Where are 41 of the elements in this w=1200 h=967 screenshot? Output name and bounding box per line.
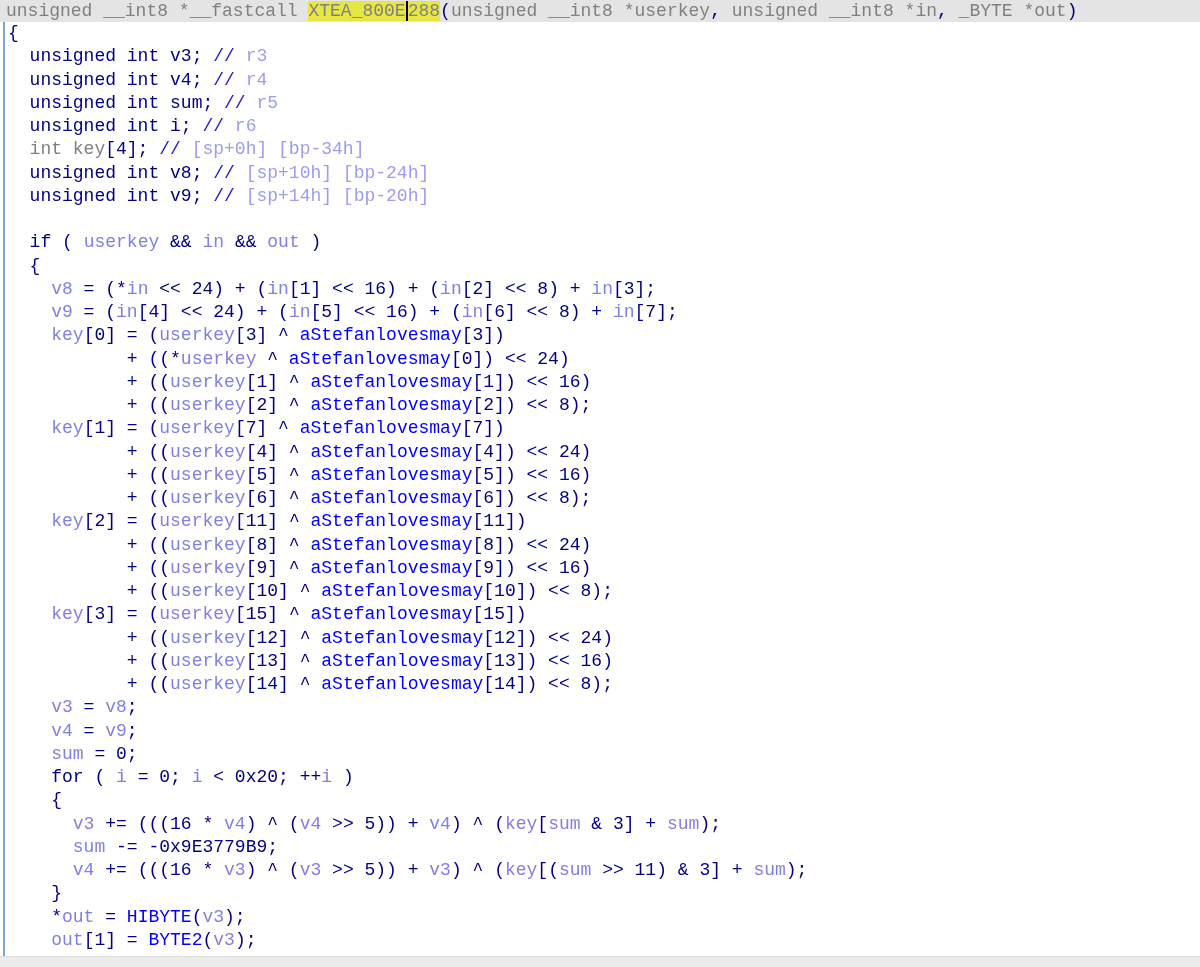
code-line: unsigned int v4; // r4 <box>28 68 268 92</box>
code-line: + ((userkey[6] ^ aStefanlovesmay[6]) << 8); <box>125 487 592 510</box>
code-line: + ((userkey[13] ^ aStefanlovesmay[13]) << 16) <box>125 649 613 673</box>
code-line: int key[4]; // [sp+0h] [bp-34h] <box>28 138 365 162</box>
code-line: { <box>28 254 41 278</box>
code-line: key[1] = (userkey[7] ^ aStefanlovesmay[7]) <box>50 417 505 441</box>
code-line: + ((userkey[12] ^ aStefanlovesmay[12]) << 24) <box>125 626 613 650</box>
code-line: v3 += (((16 * v4) ^ (v4 >> 5)) + v4) ^ (key[sum & 3] + sum); <box>71 812 721 836</box>
code-line: + ((*userkey ^ aStefanlovesmay[0]) << 24) <box>125 347 570 371</box>
code-line: v9 = (in[4] << 24) + (in[5] << 16) + (in[6] << 8) + in[7]; <box>50 301 678 324</box>
code-line: + ((userkey[10] ^ aStefanlovesmay[10]) << 8); <box>125 580 613 603</box>
code-line: unsigned int i; // r6 <box>28 115 257 138</box>
code-line: unsigned int v9; // [sp+14h] [bp-20h] <box>28 184 430 208</box>
code-line: sum = 0; <box>50 742 138 766</box>
code-line: unsigned int v3; // r3 <box>28 45 268 69</box>
code-line: v3 = v8; <box>50 696 138 720</box>
code-line: unsigned int v8; // [sp+10h] [bp-24h] <box>28 161 430 185</box>
code-line: + ((userkey[1] ^ aStefanlovesmay[1]) << 16) <box>125 370 592 394</box>
code-line: for ( i = 0; i < 0x20; ++i ) <box>50 766 354 789</box>
code-line: if ( userkey && in && out ) <box>28 231 322 255</box>
code-line: v4 += (((16 * v3) ^ (v3 >> 5)) + v3) ^ (key[(sum >> 11) & 3] + sum); <box>71 859 808 882</box>
code-line: + ((userkey[9] ^ aStefanlovesmay[9]) << 16) <box>125 556 592 580</box>
code-line: v8 = (*in << 24) + (in[1] << 16) + (in[2] << 8) + in[3]; <box>50 277 657 301</box>
code-line: + ((userkey[8] ^ aStefanlovesmay[8]) << 24) <box>125 533 592 557</box>
function-signature: unsigned __int8 *__fastcall XTEA_800E 288(unsigned __int8 *userkey, unsigned __int8 *in, _BYTE *out) <box>0 0 1200 22</box>
code-line: { <box>8 22 19 45</box>
code-line: key[0] = (userkey[3] ^ aStefanlovesmay[3]) <box>50 324 505 348</box>
code-line: + ((userkey[2] ^ aStefanlovesmay[2]) << 8); <box>125 394 592 417</box>
code-line: + ((userkey[14] ^ aStefanlovesmay[14]) << 8); <box>125 673 613 696</box>
code-line: sum -= -0x9E3779B9; <box>71 835 279 859</box>
code-line: { <box>50 789 62 813</box>
code-line: key[2] = (userkey[11] ^ aStefanlovesmay[11]) <box>50 510 527 534</box>
code-line: + ((userkey[5] ^ aStefanlovesmay[5]) << 16) <box>125 463 592 487</box>
code-line: } <box>50 882 62 906</box>
code-line: + ((userkey[4] ^ aStefanlovesmay[4]) << 24) <box>125 440 592 464</box>
code-line: unsigned int sum; // r5 <box>28 91 279 115</box>
horizontal-scrollbar[interactable] <box>0 956 1200 967</box>
code-line: *out = HIBYTE(v3); <box>50 905 246 929</box>
code-line: out[1] = BYTE2(v3); <box>50 928 257 952</box>
code-line: v4 = v9; <box>50 719 138 743</box>
code-line: key[3] = (userkey[15] ^ aStefanlovesmay[15]) <box>50 603 527 627</box>
